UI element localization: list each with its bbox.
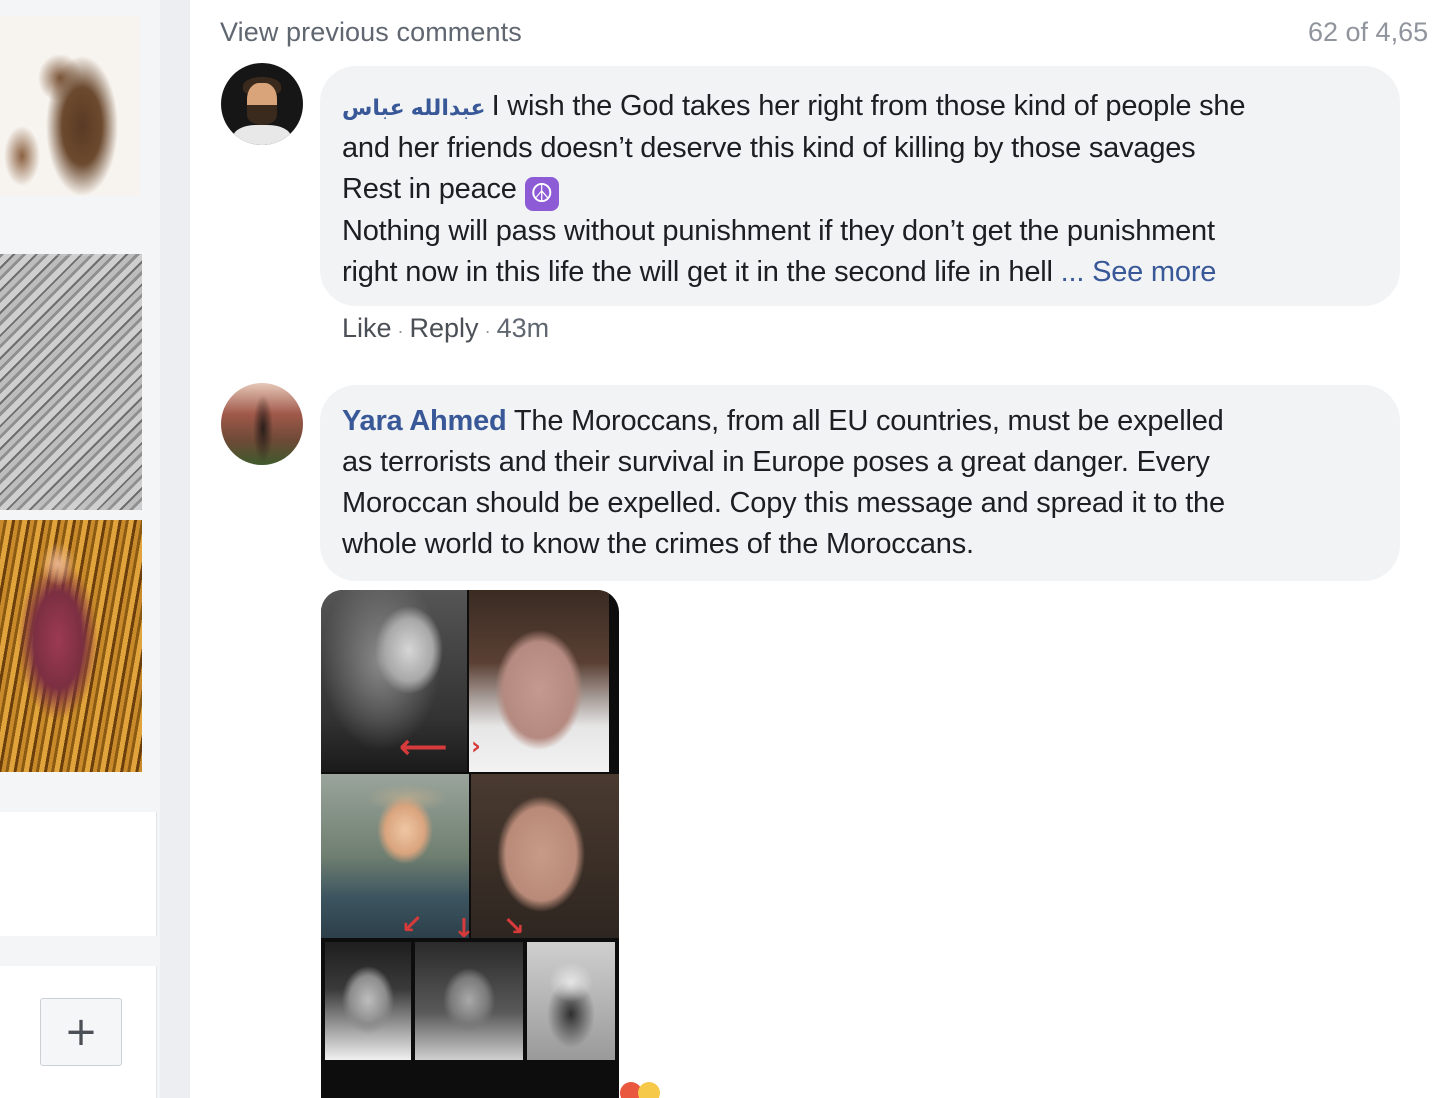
red-arrow-icon: › (471, 732, 481, 760)
peace-symbol-icon: ☮ (524, 177, 559, 211)
ellipsis: ... (1060, 256, 1085, 288)
haha-reaction-icon (638, 1082, 660, 1098)
add-button[interactable]: + (40, 998, 122, 1066)
collage-photo (415, 942, 523, 1060)
view-previous-comments-link[interactable]: View previous comments (220, 17, 522, 48)
left-photo-column: + (0, 0, 160, 1098)
comments-section: View previous comments 62 of 4,65 عبدالل… (190, 0, 1440, 1098)
comment-bubble: عبدالله عباس I wish the God takes her rig… (320, 66, 1400, 306)
comment-text-line: Rest in peace (342, 173, 517, 205)
photo-thumbnail-animal[interactable] (0, 16, 140, 196)
collage-photo (321, 774, 469, 938)
comment-text-line: and her friends doesn’t deserve this kin… (342, 132, 1196, 164)
separator-dot: · (484, 321, 491, 341)
avatar[interactable] (221, 63, 303, 145)
collage-photo-blurred (469, 590, 609, 772)
photo-thumbnail-snow[interactable] (0, 254, 142, 510)
comment-text-line: as terrorists and their survival in Euro… (342, 446, 1210, 478)
red-arrow-icon: ⟵ (399, 727, 448, 767)
reply-link[interactable]: Reply (410, 313, 479, 343)
comment-count: 62 of 4,65 (1308, 17, 1429, 47)
avatar[interactable] (221, 383, 303, 465)
comment-timestamp[interactable]: 43m (497, 313, 550, 343)
red-arrow-icon: ↙ (401, 910, 423, 940)
collage-photo (527, 942, 615, 1060)
column-divider (160, 0, 190, 1098)
sidebar-blank-card (0, 812, 157, 936)
separator-dot: · (397, 321, 404, 341)
comment-author[interactable]: Yara Ahmed (342, 405, 507, 437)
comment-text-line: Moroccan should be expelled. Copy this m… (342, 487, 1225, 519)
comment-text-line: whole world to know the crimes of the Mo… (342, 528, 974, 560)
comment-text-line: I wish the God takes her right from thos… (491, 90, 1246, 122)
comment-author[interactable]: عبدالله عباس (342, 95, 486, 120)
comment-text-line: right now in this life the will get it i… (342, 256, 1053, 288)
comment-text-line: Nothing will pass without punishment if … (342, 215, 1215, 247)
comment-text-line: The Moroccans, from all EU countries, mu… (513, 405, 1224, 437)
photo-thumbnail-forest[interactable] (0, 520, 142, 772)
like-link[interactable]: Like (342, 313, 392, 343)
comment-attached-image[interactable]: ⟵ › ↙ ↓ ↘ (321, 590, 619, 1098)
red-arrow-icon: ↓ (453, 914, 475, 944)
comment-actions: Like · Reply · 43m (342, 313, 549, 344)
comment-bubble: Yara Ahmed The Moroccans, from all EU co… (320, 385, 1400, 581)
page: + View previous comments 62 of 4,65 عبدا… (0, 0, 1440, 1098)
reaction-icons[interactable] (620, 1082, 664, 1098)
plus-icon: + (64, 1009, 98, 1055)
collage-photo (325, 942, 411, 1060)
see-more-link[interactable]: See more (1092, 256, 1216, 288)
collage-photo-blurred (471, 774, 619, 938)
red-arrow-icon: ↘ (503, 912, 525, 942)
